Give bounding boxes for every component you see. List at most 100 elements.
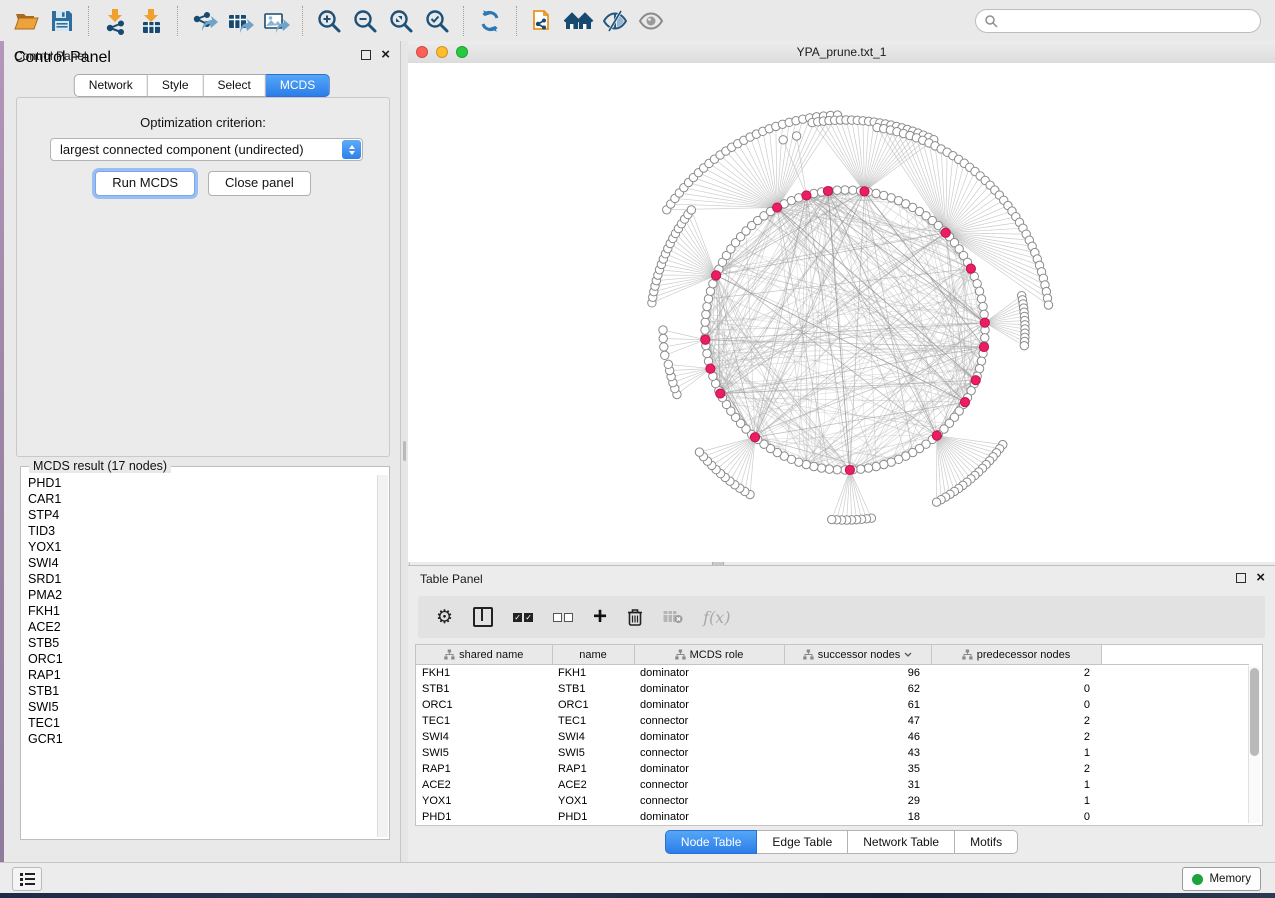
graph-leaf-node[interactable] [1044, 301, 1052, 309]
graph-leaf-node[interactable] [660, 343, 668, 351]
graph-node[interactable] [981, 334, 989, 342]
mcds-result-item[interactable]: RAP1 [22, 667, 377, 683]
tab-edge-table[interactable]: Edge Table [757, 830, 848, 854]
export-network-button[interactable] [186, 3, 222, 39]
tab-network-table[interactable]: Network Table [848, 830, 955, 854]
graph-mcds-node[interactable] [706, 364, 715, 373]
network-graph[interactable] [408, 63, 1275, 562]
graph-mcds-node[interactable] [980, 318, 989, 327]
memory-button[interactable]: Memory [1182, 867, 1261, 891]
hide-selected-button[interactable] [597, 3, 633, 39]
graph-node[interactable] [701, 318, 709, 326]
graph-leaf-node[interactable] [687, 206, 695, 214]
graph-node[interactable] [979, 302, 987, 310]
graph-mcds-node[interactable] [979, 342, 988, 351]
graph-leaf-node[interactable] [779, 136, 787, 144]
graph-mcds-node[interactable] [971, 376, 980, 385]
graph-node[interactable] [975, 287, 983, 295]
table-row[interactable]: ACE2ACE2connector311 [416, 777, 1249, 793]
float-table-panel-icon[interactable] [1236, 573, 1246, 583]
search-input[interactable] [975, 9, 1261, 33]
graph-node[interactable] [977, 295, 985, 303]
graph-node[interactable] [833, 466, 841, 474]
graph-leaf-node[interactable] [695, 448, 703, 456]
tab-motifs[interactable]: Motifs [955, 830, 1018, 854]
float-panel-icon[interactable] [361, 50, 371, 60]
table-row[interactable]: STB1STB1dominator620 [416, 681, 1249, 697]
mcds-result-item[interactable]: STP4 [22, 507, 377, 523]
graph-node[interactable] [825, 465, 833, 473]
tab-mcds[interactable]: MCDS [266, 74, 330, 97]
graph-leaf-node[interactable] [661, 351, 669, 359]
mcds-result-item[interactable]: FKH1 [22, 603, 377, 619]
zoom-in-button[interactable] [311, 3, 347, 39]
show-all-networks-button[interactable] [561, 3, 597, 39]
node-table[interactable]: shared namenameMCDS rolesuccessor nodesp… [415, 644, 1263, 826]
export-image-button[interactable] [258, 3, 294, 39]
graph-mcds-node[interactable] [750, 433, 759, 442]
mcds-result-item[interactable]: CAR1 [22, 491, 377, 507]
graph-mcds-node[interactable] [773, 203, 782, 212]
graph-node[interactable] [703, 349, 711, 357]
graph-leaf-node[interactable] [659, 334, 667, 342]
tab-style[interactable]: Style [148, 74, 204, 97]
network-window-titlebar[interactable]: YPA_prune.txt_1 [408, 41, 1275, 64]
zoom-out-button[interactable] [347, 3, 383, 39]
import-network-button[interactable] [97, 3, 133, 39]
graph-node[interactable] [704, 295, 712, 303]
table-row[interactable]: SWI4SWI4dominator462 [416, 729, 1249, 745]
graph-node[interactable] [872, 189, 880, 197]
mcds-result-item[interactable]: PHD1 [22, 475, 377, 491]
column-header-predecessor-nodes[interactable]: predecessor nodes [931, 645, 1101, 665]
tab-node-table[interactable]: Node Table [665, 830, 758, 854]
graph-leaf-node[interactable] [792, 132, 800, 140]
table-row[interactable]: RAP1RAP1dominator352 [416, 761, 1249, 777]
graph-mcds-node[interactable] [802, 191, 811, 200]
graph-mcds-node[interactable] [860, 187, 869, 196]
graph-node[interactable] [701, 326, 709, 334]
mcds-result-item[interactable]: SWI5 [22, 699, 377, 715]
tab-select[interactable]: Select [204, 74, 266, 97]
mcds-result-item[interactable]: TID3 [22, 523, 377, 539]
graph-node[interactable] [977, 357, 985, 365]
deselect-all-icon[interactable] [553, 604, 573, 630]
column-header-MCDS-role[interactable]: MCDS role [634, 645, 784, 665]
table-row[interactable]: SWI5SWI5connector431 [416, 745, 1249, 761]
mcds-result-item[interactable]: YOX1 [22, 539, 377, 555]
table-row[interactable]: TEC1TEC1connector472 [416, 713, 1249, 729]
close-table-panel-icon[interactable]: × [1256, 574, 1265, 582]
mcds-result-item[interactable]: STB5 [22, 635, 377, 651]
add-column-icon[interactable]: + [593, 604, 607, 630]
criterion-select[interactable]: largest connected component (undirected) [50, 138, 363, 161]
graph-mcds-node[interactable] [701, 335, 710, 344]
column-header-shared-name[interactable]: shared name [416, 645, 552, 665]
graph-node[interactable] [833, 186, 841, 194]
close-panel-button[interactable]: Close panel [208, 171, 311, 196]
graph-node[interactable] [872, 462, 880, 470]
graph-node[interactable] [880, 460, 888, 468]
mcds-result-item[interactable]: ORC1 [22, 651, 377, 667]
task-history-button[interactable] [12, 867, 42, 891]
mcds-result-item[interactable]: SWI4 [22, 555, 377, 571]
zoom-fit-button[interactable] [383, 3, 419, 39]
graph-mcds-node[interactable] [823, 186, 832, 195]
graph-mcds-node[interactable] [716, 389, 725, 398]
graph-leaf-node[interactable] [828, 515, 836, 523]
graph-mcds-node[interactable] [966, 264, 975, 273]
graph-leaf-node[interactable] [659, 326, 667, 334]
graph-node[interactable] [817, 464, 825, 472]
table-row[interactable]: ORC1ORC1dominator610 [416, 697, 1249, 713]
mcds-result-item[interactable]: GCR1 [22, 731, 377, 747]
mcds-result-scrollbar[interactable] [377, 475, 388, 837]
graph-node[interactable] [810, 462, 818, 470]
tab-network[interactable]: Network [74, 74, 148, 97]
export-table-button[interactable] [222, 3, 258, 39]
graph-leaf-node[interactable] [1020, 341, 1028, 349]
graph-node[interactable] [864, 464, 872, 472]
refresh-button[interactable] [472, 3, 508, 39]
show-columns-icon[interactable] [473, 604, 493, 630]
function-builder-icon[interactable]: f(x) [703, 604, 730, 630]
run-mcds-button[interactable]: Run MCDS [95, 171, 195, 196]
graph-mcds-node[interactable] [932, 431, 941, 440]
mcds-result-item[interactable]: ACE2 [22, 619, 377, 635]
